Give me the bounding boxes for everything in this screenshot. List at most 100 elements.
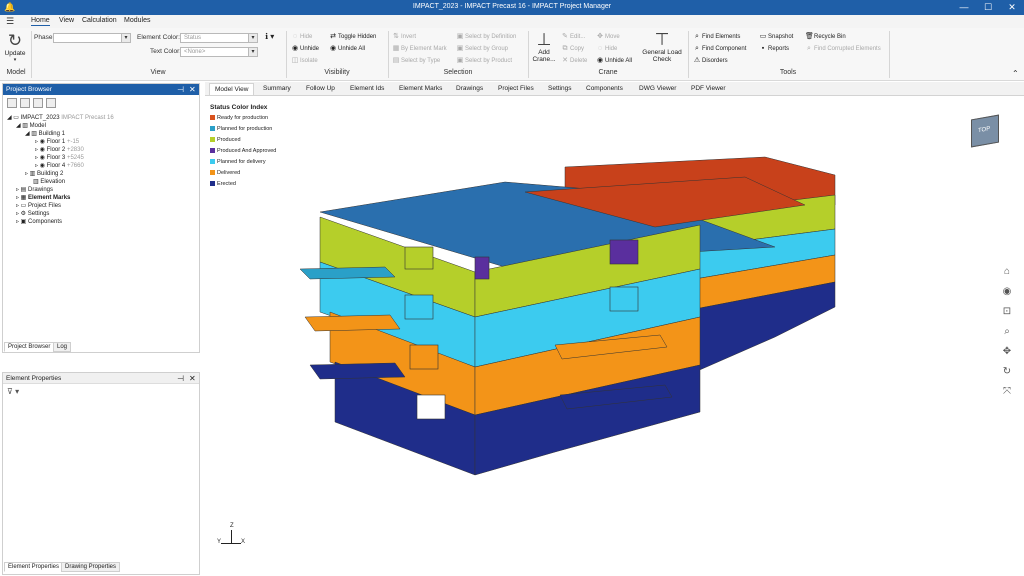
crane-icon: ⊤ <box>654 30 670 49</box>
zoom-window-icon[interactable]: ⊡ <box>1000 305 1014 319</box>
tab-element-marks[interactable]: Element Marks <box>399 85 442 92</box>
view-cube[interactable]: TOP <box>971 114 999 148</box>
tree-item-drawings[interactable]: ▹ ▤ Drawings <box>16 187 53 194</box>
tab-drawings[interactable]: Drawings <box>456 85 483 92</box>
hamburger-icon[interactable]: ☰ <box>6 16 14 27</box>
reports-button[interactable]: ▪ Reports <box>759 45 789 53</box>
crane-copy-button[interactable]: ⧉ Copy <box>561 45 585 53</box>
tree-item-settings[interactable]: ▹ ⚙ Settings <box>16 211 49 218</box>
building-model[interactable] <box>205 97 1024 576</box>
recycle-bin-label: Recycle Bin <box>814 34 846 40</box>
hide-button[interactable]: ◌ Hide <box>291 33 312 41</box>
isolate-button[interactable]: ◫ Isolate <box>291 57 318 65</box>
unhide-button[interactable]: ◉ Unhide <box>291 45 319 53</box>
group-crane-label: Crane <box>598 69 618 76</box>
filter-icon[interactable]: ⊽ ▾ <box>7 387 19 396</box>
orbit-icon[interactable]: ◉ <box>1000 285 1014 299</box>
tab-dwg-viewer[interactable]: DWG Viewer <box>639 85 676 92</box>
find-elements-button[interactable]: ⌕ Find Elements <box>693 33 740 41</box>
close-icon[interactable]: ✕ <box>189 373 196 384</box>
tree-icon[interactable] <box>7 98 17 108</box>
info-icon[interactable]: ℹ ▾ <box>265 33 274 41</box>
menu-modules[interactable]: Modules <box>124 17 150 24</box>
rotate-icon[interactable]: ↻ <box>1000 365 1014 379</box>
select-by-definition-button[interactable]: ▣ Select by Definition <box>456 33 517 41</box>
tree-item-floor-2[interactable]: ▹ ◉ Floor 2 +2830 <box>35 147 84 154</box>
crane-edit-button[interactable]: ✎ Edit... <box>561 33 585 41</box>
tab-project-files[interactable]: Project Files <box>498 85 534 92</box>
fit-icon[interactable]: ⤧ <box>1000 385 1014 399</box>
tab-summary[interactable]: Summary <box>263 85 291 92</box>
tab-drawing-properties[interactable]: Drawing Properties <box>61 562 121 572</box>
tab-settings[interactable]: Settings <box>548 85 572 92</box>
by-element-mark-button[interactable]: ▦ By Element Mark <box>392 45 447 53</box>
filter-icon[interactable] <box>46 98 56 108</box>
tab-components[interactable]: Components <box>586 85 623 92</box>
expand-icon[interactable] <box>33 98 43 108</box>
pin-icon[interactable]: ⊣ <box>177 84 184 95</box>
tab-log[interactable]: Log <box>53 342 72 352</box>
tree-item-floor-4[interactable]: ▹ ◉ Floor 4 +7660 <box>35 163 84 170</box>
model-viewport[interactable]: Status Color Index Ready for production … <box>205 97 1024 576</box>
tab-model-view[interactable]: Model View <box>209 83 255 95</box>
tab-project-browser[interactable]: Project Browser <box>4 342 55 352</box>
collapse-icon[interactable] <box>20 98 30 108</box>
menu-home[interactable]: Home <box>31 17 50 26</box>
select-by-type-button[interactable]: ▤ Select by Type <box>392 57 441 65</box>
tree-item-element-marks[interactable]: ▹ ▦ Element Marks <box>16 195 70 202</box>
axis-x-label: X <box>241 539 246 545</box>
text-color-combo[interactable]: <None> ▾ <box>180 47 258 57</box>
close-icon[interactable]: ✕ <box>189 84 196 95</box>
unhide-all-button[interactable]: ◉ Unhide All <box>329 45 365 53</box>
crane-delete-button[interactable]: ✕ Delete <box>561 57 587 65</box>
toggle-hidden-button[interactable]: ⇄ Toggle Hidden <box>329 33 376 41</box>
crane-unhide-all-button[interactable]: ◉ Unhide All <box>596 57 632 65</box>
tree-item-building-2[interactable]: ▹ ▥ Building 2 <box>25 171 63 178</box>
crane-move-button[interactable]: ✥ Move <box>596 33 620 41</box>
menu-view[interactable]: View <box>59 17 74 24</box>
zoom-icon[interactable]: ⌕ <box>1000 325 1014 339</box>
divider <box>286 31 287 78</box>
tab-pdf-viewer[interactable]: PDF Viewer <box>691 85 726 92</box>
home-icon[interactable]: ⌂ <box>1000 265 1014 279</box>
select-by-group-button[interactable]: ▣ Select by Group <box>456 45 508 53</box>
find-corrupted-button[interactable]: ⌕ Find Corrupted Elements <box>805 45 881 53</box>
tree-item-project-files[interactable]: ▹ ▭ Project Files <box>16 203 61 210</box>
tree-item-elevation[interactable]: ▥ Elevation <box>33 179 65 186</box>
tab-element-ids[interactable]: Element Ids <box>350 85 384 92</box>
group-visibility-label: Visibility <box>324 69 350 76</box>
snapshot-button[interactable]: ▭ Snapshot <box>759 33 794 41</box>
select-by-product-button[interactable]: ▣ Select by Product <box>456 57 512 65</box>
tree-item-components[interactable]: ▹ ▣ Components <box>16 219 62 226</box>
find-component-button[interactable]: ⌕ Find Component <box>693 45 746 53</box>
invert-button[interactable]: ⇅ Invert <box>392 33 416 41</box>
tab-element-properties[interactable]: Element Properties <box>4 562 64 572</box>
collapse-ribbon-icon[interactable]: ⌃ <box>1012 70 1019 78</box>
menu-calculation[interactable]: Calculation <box>82 17 117 24</box>
tree-item-building-1[interactable]: ◢ ▥ Building 1 <box>25 131 65 138</box>
disorders-button[interactable]: ⚠ Disorders <box>693 57 728 65</box>
trash-icon: 🗑 <box>805 33 814 40</box>
tree-item-floor-3[interactable]: ▹ ◉ Floor 3 +5245 <box>35 155 84 162</box>
project-browser-panel: Project Browser ⊣ ✕ ◢ ▭ IMPACT_2023 IMPA… <box>2 83 200 353</box>
crane-hide-button[interactable]: ◌ Hide <box>596 45 617 53</box>
tree-item-model[interactable]: ◢ ▥ Model <box>16 123 46 130</box>
invert-icon: ⇅ <box>393 33 399 40</box>
pan-icon[interactable]: ✥ <box>1000 345 1014 359</box>
tree-item-project[interactable]: ◢ ▭ IMPACT_2023 IMPACT Precast 16 <box>7 115 114 122</box>
tree-item-floor-1[interactable]: ▹ ◉ Floor 1 +-15 <box>35 139 79 146</box>
crane-add-icon: ⊥ <box>536 30 552 49</box>
general-load-check-button[interactable]: ⊤ General Load Check <box>640 30 684 64</box>
add-crane-button[interactable]: ⊥ Add Crane... <box>531 30 557 64</box>
tab-follow-up[interactable]: Follow Up <box>306 85 335 92</box>
search-icon: ⌕ <box>807 45 811 52</box>
minimize-button[interactable]: — <box>952 0 976 15</box>
axis-line <box>221 543 241 544</box>
recycle-bin-button[interactable]: 🗑Recycle Bin <box>805 33 846 41</box>
close-button[interactable]: ✕ <box>1000 0 1024 15</box>
phase-combo[interactable]: ▾ <box>53 33 131 43</box>
maximize-button[interactable]: ☐ <box>976 0 1000 15</box>
pin-icon[interactable]: ⊣ <box>177 373 184 384</box>
element-color-combo[interactable]: Status ▾ <box>180 33 258 43</box>
update-button[interactable]: ↻ Update ▾ <box>3 32 27 64</box>
